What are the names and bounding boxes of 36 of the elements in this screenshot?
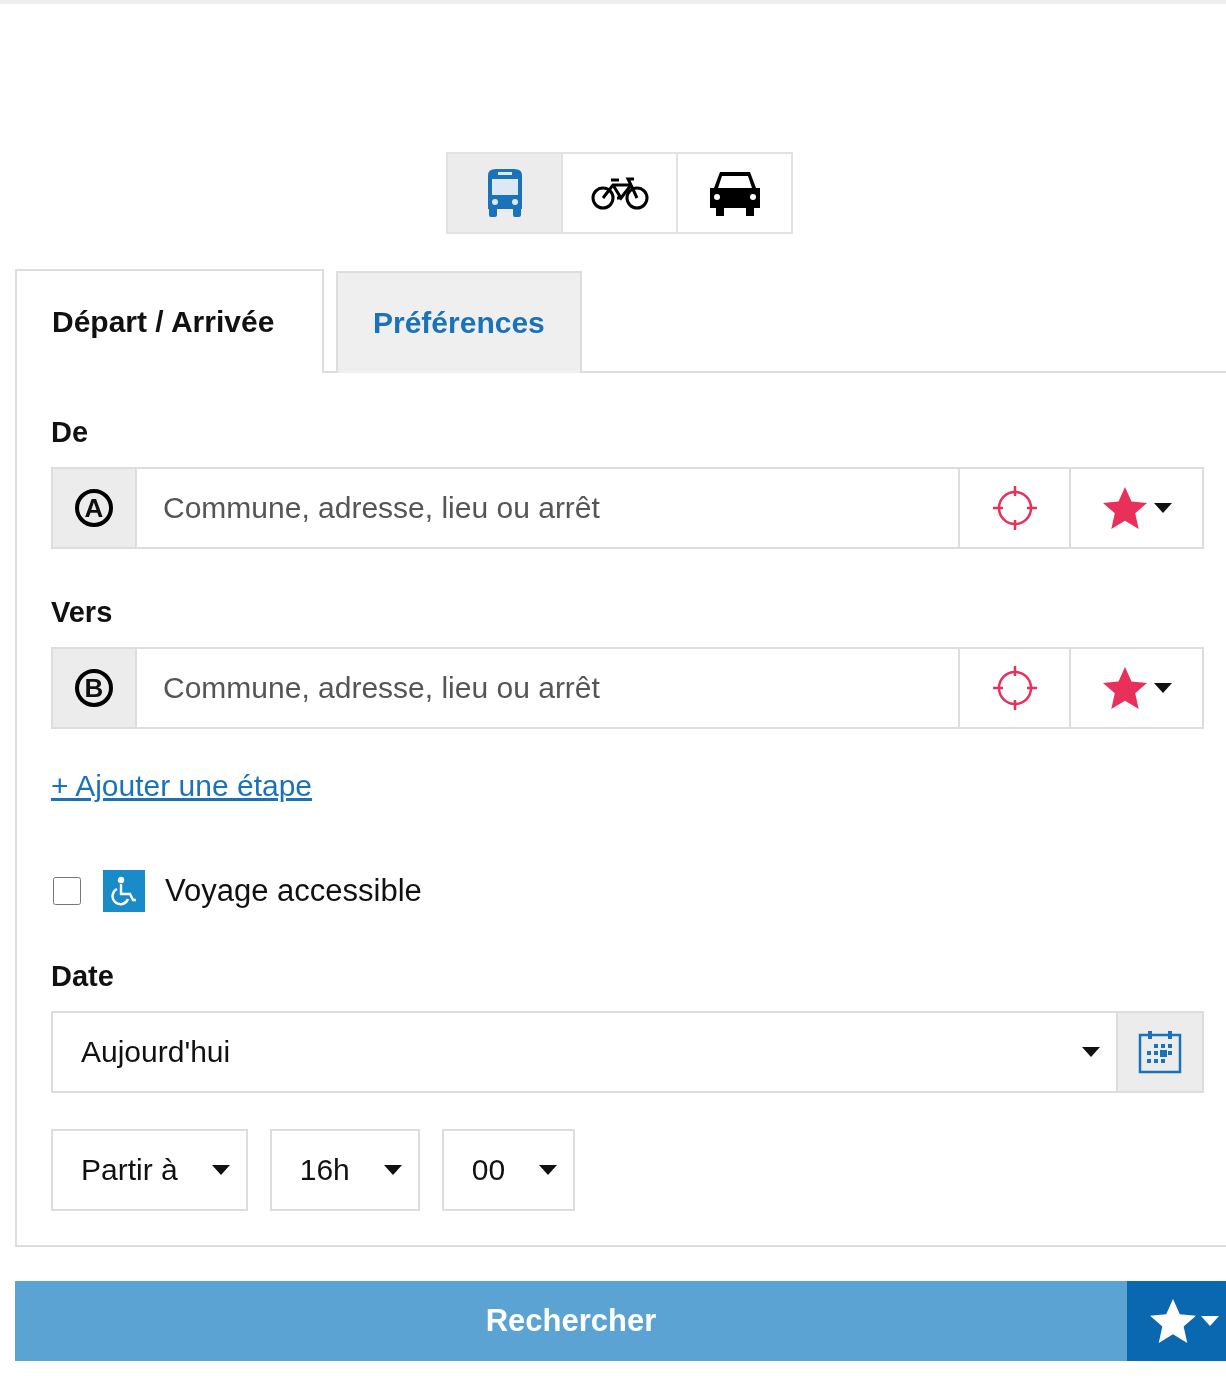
time-select[interactable]: 16h [269,1129,420,1211]
caret-icon [539,1165,558,1175]
field-label: Date [51,959,115,994]
time-select[interactable]: Partir à [51,1129,248,1211]
locate-button[interactable] [960,467,1071,549]
locate-button[interactable] [960,647,1071,729]
wheelchair-icon [103,870,145,912]
favorites-button[interactable] [1071,467,1204,549]
marker-badge: A [75,489,113,527]
car-icon [707,170,762,216]
star-icon [1101,486,1148,530]
caret-icon [1153,683,1172,693]
caret-icon [383,1165,402,1175]
crosshair-icon [990,664,1039,712]
transport-mode-button[interactable] [676,152,793,234]
favorites-button[interactable] [1071,647,1204,729]
marker-badge: B [75,669,113,707]
accessible-label: Voyage accessible [165,873,422,909]
field-label: Vers [51,595,114,630]
bicycle-icon [590,175,649,211]
tab[interactable]: Départ / Arrivée [15,269,324,373]
tab[interactable]: Préférences [336,271,582,373]
transport-mode-button[interactable] [561,152,678,234]
time-select[interactable]: 00 [441,1129,576,1211]
star-icon [1101,666,1148,710]
save-search-button[interactable] [1127,1281,1226,1361]
caret-icon [1153,503,1172,513]
caret-icon [1201,1316,1219,1326]
caret-icon [211,1165,230,1175]
add-stop-link[interactable]: + Ajouter une étape [51,769,313,802]
field-label: De [51,415,90,450]
crosshair-icon [990,484,1039,532]
accessible-checkbox[interactable] [53,877,81,905]
star-icon [1149,1298,1197,1344]
address-field[interactable]: Commune, adresse, lieu ou arrêt [137,647,960,729]
address-field[interactable]: Commune, adresse, lieu ou arrêt [137,467,960,549]
